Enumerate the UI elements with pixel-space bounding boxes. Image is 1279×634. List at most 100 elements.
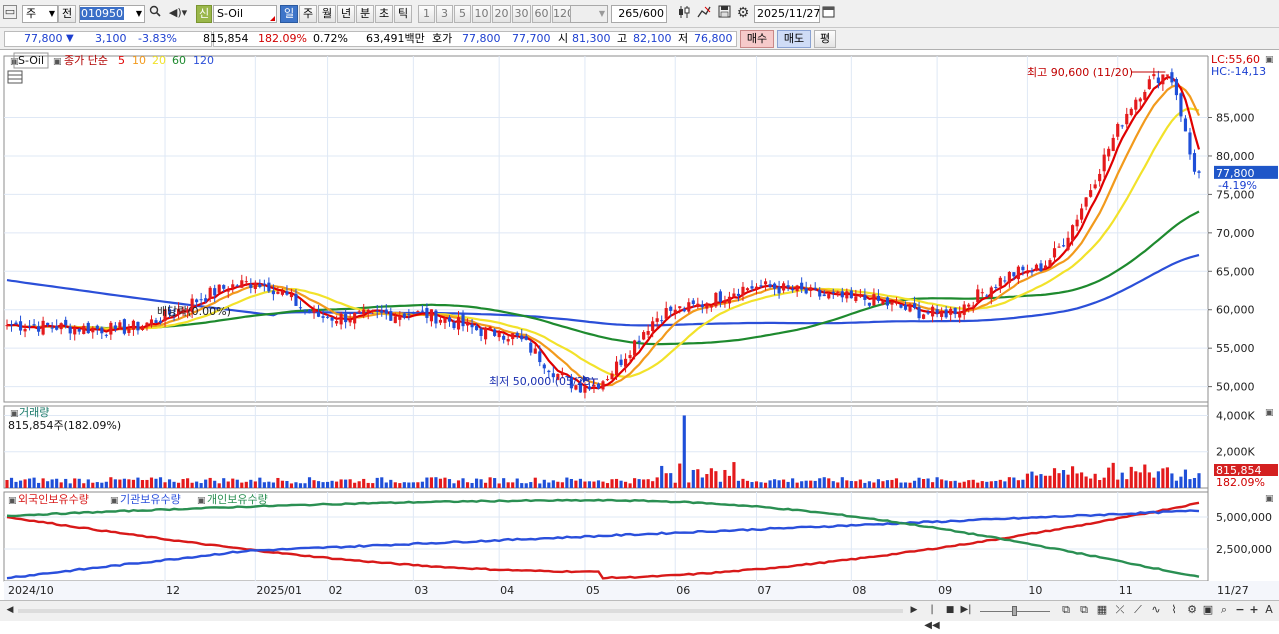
candle-body <box>768 284 772 287</box>
credit-badge[interactable]: 신 <box>196 5 212 23</box>
candle-body <box>1111 137 1115 152</box>
legend-icon: ▣ <box>110 496 119 506</box>
interval-button[interactable]: 3 <box>436 5 453 23</box>
horizontal-scrollbar[interactable] <box>18 609 903 613</box>
volume-bar <box>872 482 876 488</box>
candle-body <box>32 324 36 326</box>
volume-bar <box>551 480 555 488</box>
grid-icon[interactable]: ▦ <box>1094 602 1110 620</box>
settings-icon[interactable]: ⚙ <box>1184 602 1200 620</box>
volume-bar <box>569 478 573 488</box>
candle-body <box>1129 108 1133 116</box>
candle-body <box>100 327 104 334</box>
candle-body <box>497 332 501 338</box>
volume-bar <box>542 479 546 488</box>
candle-body <box>258 283 262 287</box>
period-tab[interactable]: 년 <box>337 5 355 23</box>
trendline-icon[interactable]: ⟋ <box>1130 602 1146 620</box>
scroll-left-icon[interactable]: ◀ <box>2 602 18 620</box>
volume-bar <box>1179 476 1183 488</box>
zoom-search-icon[interactable]: ⌕ <box>1216 602 1232 620</box>
volume-bar <box>14 481 18 488</box>
interval-button[interactable]: 10 <box>472 5 491 23</box>
frame-icon[interactable]: ▣ <box>1200 602 1216 620</box>
volume-bar <box>465 482 470 488</box>
volume-bar <box>876 479 880 488</box>
candle-body <box>127 328 131 333</box>
search-icon[interactable] <box>147 5 163 23</box>
chart-type-icon[interactable]: ⌇ <box>1166 602 1182 620</box>
high-price: 82,100 <box>633 32 672 45</box>
interval-button[interactable]: 5 <box>454 5 471 23</box>
play-icon[interactable]: ▶| <box>958 602 974 620</box>
candle-body <box>994 286 998 288</box>
text-size-icon[interactable]: A <box>1261 602 1277 620</box>
candle-body <box>131 320 135 330</box>
candle-body <box>736 293 741 296</box>
zoom-slider-handle[interactable] <box>1012 606 1017 616</box>
candle-body <box>1080 208 1084 220</box>
calendar-icon[interactable] <box>820 5 836 23</box>
interval-custom-select[interactable]: ▼ <box>570 5 608 23</box>
volume-bar <box>556 481 560 488</box>
window-layout-icon[interactable]: ⧉ <box>1058 602 1074 620</box>
candle-body <box>335 320 339 324</box>
volume-bar <box>267 481 271 488</box>
save-icon[interactable] <box>715 5 733 23</box>
interval-button[interactable]: 120 <box>552 5 574 23</box>
stock-code-input[interactable]: 010950 ▼ <box>79 5 145 23</box>
legend-icon: ▣ <box>197 496 206 506</box>
candle-body <box>1197 171 1201 173</box>
wave-icon[interactable]: ∿ <box>1148 602 1164 620</box>
volume-bar <box>533 477 537 488</box>
volume-bar <box>64 478 68 488</box>
interval-button[interactable]: 60 <box>532 5 551 23</box>
interval-button[interactable]: 1 <box>418 5 435 23</box>
candle-body <box>1183 118 1188 132</box>
line-tool-icon[interactable] <box>695 5 713 23</box>
chart-area[interactable]: 50,000 55,000 60,000 65,000 70,000 75,000 80,0… <box>0 50 1279 601</box>
period-tab[interactable]: 일 <box>280 5 298 23</box>
rewind-icon[interactable]: |◀◀ <box>924 602 940 631</box>
period-tab[interactable]: 초 <box>375 5 393 23</box>
count-field[interactable]: 265/600 <box>611 5 667 23</box>
period-tab[interactable]: 틱 <box>394 5 412 23</box>
volume-bar <box>885 480 890 488</box>
stop-icon[interactable]: ■ <box>942 602 958 620</box>
period-tab[interactable]: 월 <box>318 5 336 23</box>
candle-body <box>438 319 443 323</box>
eval-button[interactable]: 평 <box>814 30 836 48</box>
prev-button[interactable]: 전 <box>58 5 76 23</box>
copy-icon[interactable]: ⧉ <box>1076 602 1092 620</box>
cross-icon[interactable]: ⤫ <box>1112 602 1128 620</box>
market-type-select[interactable]: 주 ▼ <box>22 5 58 23</box>
corner-mark-icon <box>270 16 275 21</box>
x-axis-label: 04 <box>500 584 514 597</box>
sell-button[interactable]: 매도 <box>777 30 811 48</box>
volume-bar <box>1165 467 1169 488</box>
candle-body <box>285 291 289 295</box>
date-field[interactable]: 2025/11/27 <box>754 5 820 23</box>
candle-body <box>470 324 474 328</box>
zoom-in-icon[interactable]: + <box>1246 602 1262 620</box>
period-tab[interactable]: 주 <box>299 5 317 23</box>
volume-bar <box>908 482 912 488</box>
scroll-right-icon[interactable]: ▶ <box>906 602 922 620</box>
candle-settings-icon[interactable] <box>675 5 693 23</box>
window-icon[interactable]: ▭ <box>3 5 17 19</box>
stock-name-field[interactable]: S-Oil <box>213 5 277 23</box>
volume-bar <box>890 479 894 488</box>
candle-body <box>624 358 628 367</box>
interval-button[interactable]: 20 <box>492 5 511 23</box>
candle-body <box>840 291 844 298</box>
candle-body <box>280 290 284 295</box>
period-tab[interactable]: 분 <box>356 5 374 23</box>
volume-bar <box>127 479 131 488</box>
x-axis-label: 02 <box>329 584 343 597</box>
volume-bar <box>1061 470 1066 488</box>
interval-button[interactable]: 30 <box>512 5 531 23</box>
speaker-icon[interactable]: ◀)▾ <box>166 5 190 23</box>
gear-icon[interactable]: ⚙ <box>734 5 752 23</box>
buy-button[interactable]: 매수 <box>740 30 774 48</box>
volume-bar <box>122 478 126 488</box>
